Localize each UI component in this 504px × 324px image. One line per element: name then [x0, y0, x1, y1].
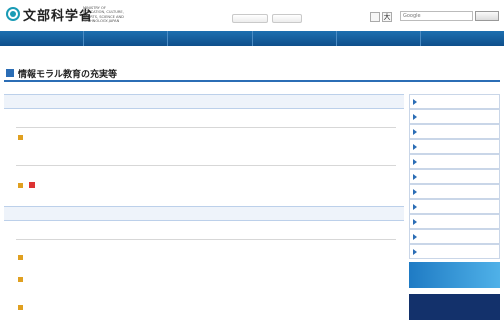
content-link[interactable] — [18, 255, 26, 261]
site-logo-subtitle: MINISTRY OF EDUCATION, CULTURE, SPORTS, … — [83, 6, 124, 24]
pdf-icon — [29, 182, 35, 188]
search-button[interactable] — [475, 11, 499, 21]
arrow-right-icon — [413, 219, 417, 225]
gnav-item[interactable] — [168, 31, 253, 46]
gnav-item[interactable] — [84, 31, 169, 46]
content-link[interactable] — [18, 182, 35, 189]
arrow-right-icon — [413, 204, 417, 210]
content-link[interactable] — [18, 277, 26, 283]
arrow-right-icon — [413, 144, 417, 150]
gnav-item[interactable] — [253, 31, 337, 46]
section-heading — [4, 94, 404, 109]
page-title-text: 情報モラル教育の充実等 — [18, 70, 118, 80]
sidebar-item[interactable] — [409, 109, 500, 124]
content-link[interactable] — [18, 305, 26, 311]
bullet-icon — [18, 182, 23, 188]
font-small-button[interactable] — [370, 12, 380, 22]
sidebar-item[interactable] — [409, 154, 500, 169]
arrow-right-icon — [413, 159, 417, 165]
sidebar-item[interactable] — [409, 139, 500, 154]
divider — [16, 239, 396, 240]
search-input[interactable]: Google — [400, 11, 473, 21]
page-title: 情報モラル教育の充実等 — [4, 65, 500, 82]
arrow-right-icon — [413, 189, 417, 195]
title-square-icon — [6, 69, 14, 77]
sidebar-item[interactable] — [409, 124, 500, 139]
arrow-right-icon — [413, 99, 417, 105]
sidebar-item[interactable] — [409, 199, 500, 214]
arrow-right-icon — [413, 129, 417, 135]
arrow-right-icon — [413, 114, 417, 120]
sitemap-button[interactable] — [232, 14, 268, 23]
main-content — [4, 90, 404, 324]
ministry-logo-icon[interactable] — [6, 7, 20, 21]
arrow-right-icon — [413, 234, 417, 240]
sidebar-item[interactable] — [409, 169, 500, 184]
english-button[interactable] — [272, 14, 302, 23]
sidebar-item[interactable] — [409, 184, 500, 199]
gnav-item[interactable] — [421, 31, 504, 46]
global-nav — [0, 31, 504, 46]
gnav-item[interactable] — [0, 31, 85, 46]
section-heading — [4, 206, 404, 221]
sidebar-item[interactable] — [409, 214, 500, 229]
site-header: 文部科学省 MINISTRY OF EDUCATION, CULTURE, SP… — [0, 0, 504, 30]
font-size-label — [326, 14, 366, 22]
sidebar-item[interactable] — [409, 244, 500, 259]
banner[interactable] — [409, 262, 500, 288]
content-link[interactable] — [18, 135, 26, 141]
sidebar-item[interactable] — [409, 94, 500, 109]
bullet-icon — [18, 255, 23, 260]
bullet-icon — [18, 135, 23, 140]
divider — [16, 165, 396, 166]
sidebar-item[interactable] — [409, 229, 500, 244]
gnav-item[interactable] — [337, 31, 421, 46]
bullet-icon — [18, 277, 23, 282]
arrow-right-icon — [413, 174, 417, 180]
arrow-right-icon — [413, 249, 417, 255]
divider — [16, 127, 396, 128]
font-large-button[interactable]: 大 — [382, 12, 392, 22]
bullet-icon — [18, 305, 23, 310]
banner[interactable] — [409, 294, 500, 320]
